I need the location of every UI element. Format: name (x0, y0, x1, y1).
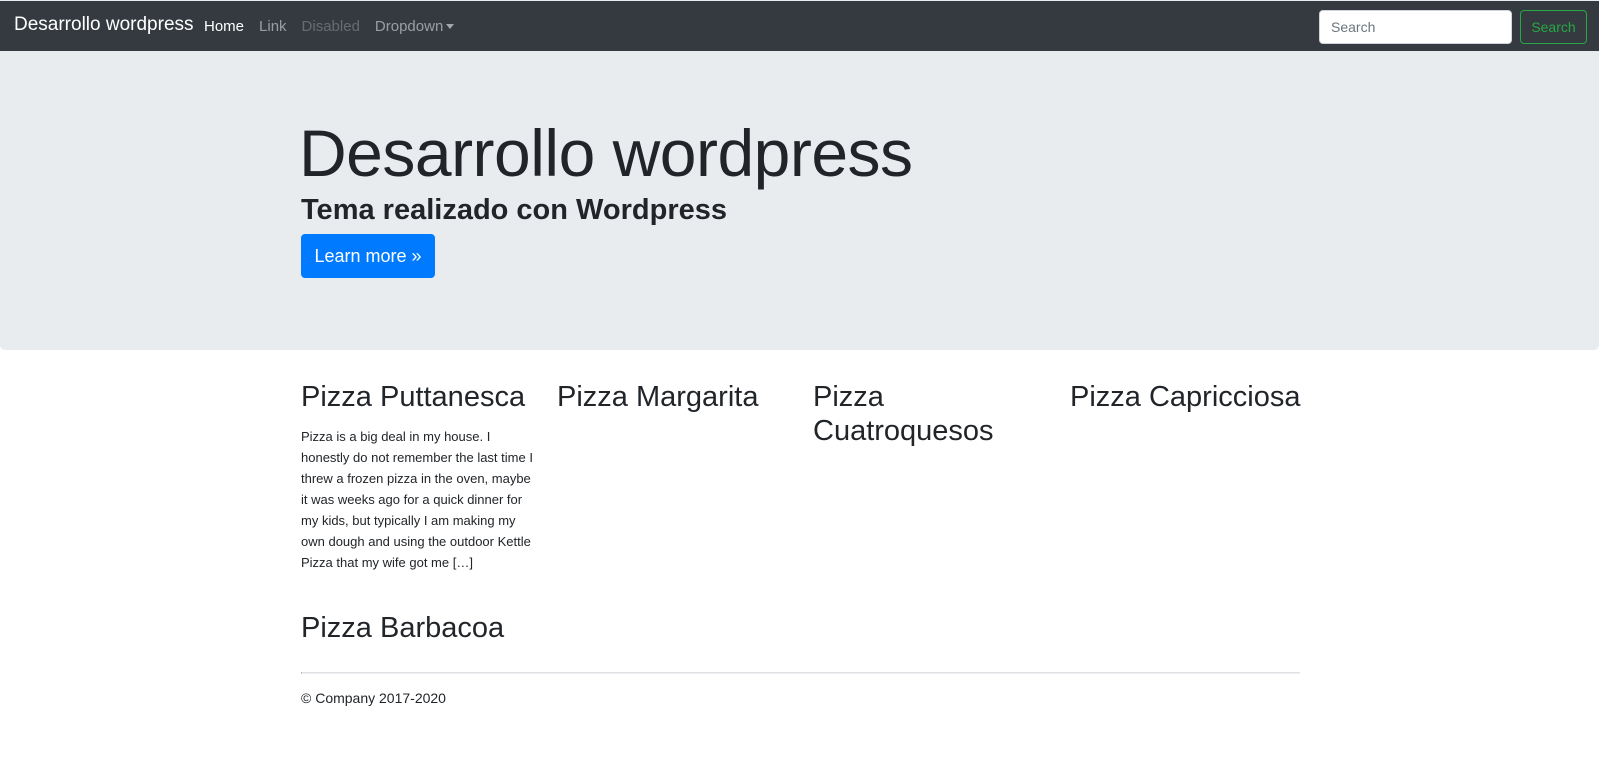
nav-link-disabled: Disabled (301, 18, 360, 35)
post-card: Pizza Cuatroquesos (813, 380, 1023, 448)
post-excerpt: Pizza is a big deal in my house. I hones… (301, 429, 533, 570)
post-title[interactable]: Pizza Margarita (557, 380, 792, 414)
post-card: Pizza Barbacoa (301, 611, 536, 645)
nav-link-link[interactable]: Link (259, 18, 287, 35)
post-title[interactable]: Pizza Cuatroquesos (813, 380, 1023, 448)
search-button[interactable]: Search (1520, 10, 1587, 44)
caret-down-icon (446, 24, 455, 29)
post-card: Pizza Margarita (557, 380, 792, 414)
nav-link-home[interactable]: Home (204, 18, 244, 35)
navbar: Desarrollo wordpress Home Link Disabled … (0, 0, 1599, 51)
hero-subtitle: Tema realizado con Wordpress (301, 194, 727, 226)
post-title[interactable]: Pizza Puttanesca (301, 380, 536, 414)
post-title[interactable]: Pizza Capricciosa (1070, 380, 1305, 414)
search-input[interactable] (1319, 10, 1512, 44)
nav-links: Home Link Disabled Dropdown (204, 1, 469, 52)
learn-more-button[interactable]: Learn more » (301, 234, 435, 278)
post-card: Pizza Capricciosa (1070, 380, 1305, 414)
post-card: Pizza Puttanesca Pizza is a big deal in … (301, 380, 536, 573)
hero-title: Desarrollo wordpress (299, 116, 913, 190)
jumbotron: Desarrollo wordpress Tema realizado con … (0, 51, 1599, 350)
navbar-brand[interactable]: Desarrollo wordpress (14, 14, 194, 36)
footer-copyright: © Company 2017-2020 (301, 690, 446, 706)
nav-dropdown-label: Dropdown (374, 18, 444, 35)
footer-divider (301, 672, 1300, 674)
nav-dropdown-toggle[interactable]: Dropdown (374, 18, 455, 35)
post-title[interactable]: Pizza Barbacoa (301, 611, 536, 645)
